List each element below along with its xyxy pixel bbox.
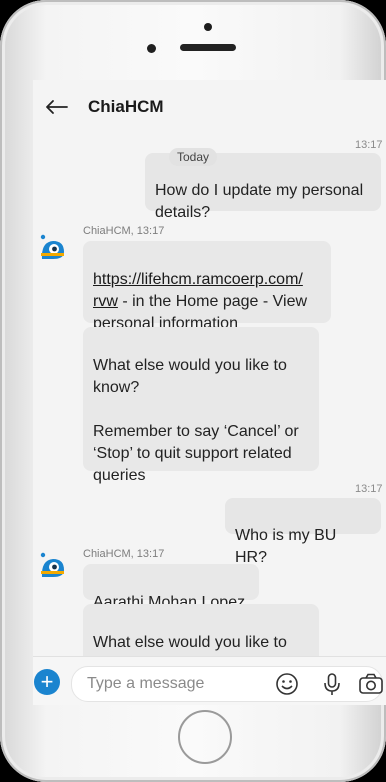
message-composer: + Type a message [33, 656, 386, 705]
message-text: What else would you like to know? [93, 634, 287, 651]
phone-frame: ChiaHCM 13:17 How do I update my persona… [0, 0, 386, 782]
date-separator: Today [169, 148, 218, 166]
message-input-placeholder: Type a message [87, 675, 205, 692]
chat-title: ChiaHCM [88, 97, 164, 116]
bot-sender-time: ChiaHCM, 13:17 [83, 548, 165, 560]
bot-avatar-icon [40, 234, 64, 259]
bot-message: What else would you like to know? [83, 604, 319, 656]
message-text: What else would you like to know? Rememb… [93, 357, 299, 484]
user-message: Who is my BU HR? [225, 498, 381, 566]
bot-message: https://lifehcm.ramcoerp.com/rvw - in th… [83, 241, 331, 332]
chat-header: ChiaHCM [33, 80, 386, 136]
message-list[interactable]: 13:17 How do I update my personal detail… [33, 136, 386, 656]
back-arrow-icon[interactable] [41, 92, 71, 122]
home-button[interactable] [178, 710, 232, 764]
bot-message: Aarathi Mohan Lopez [83, 564, 259, 611]
bot-message: What else would you like to know? Rememb… [83, 327, 319, 484]
sensor-dot [147, 44, 156, 53]
message-text: Who is my BU HR? [235, 527, 337, 566]
help-link[interactable]: https://lifehcm.ramcoerp.com/ [93, 271, 303, 288]
help-link-continued[interactable]: rvw [93, 293, 118, 310]
app-screen: ChiaHCM 13:17 How do I update my persona… [33, 80, 386, 705]
emoji-icon[interactable] [274, 671, 300, 697]
bot-sender-time: ChiaHCM, 13:17 [83, 225, 165, 237]
message-time: 13:17 [355, 483, 383, 495]
plus-icon[interactable]: + [34, 669, 60, 695]
front-camera [204, 23, 212, 31]
earpiece-speaker [180, 44, 236, 51]
microphone-icon[interactable] [319, 671, 345, 697]
camera-icon[interactable] [358, 671, 384, 697]
message-input[interactable]: Type a message [71, 666, 383, 702]
bot-avatar-icon [40, 552, 64, 577]
message-text: How do I update my personal details? [155, 182, 364, 221]
message-time: 13:17 [355, 139, 383, 151]
